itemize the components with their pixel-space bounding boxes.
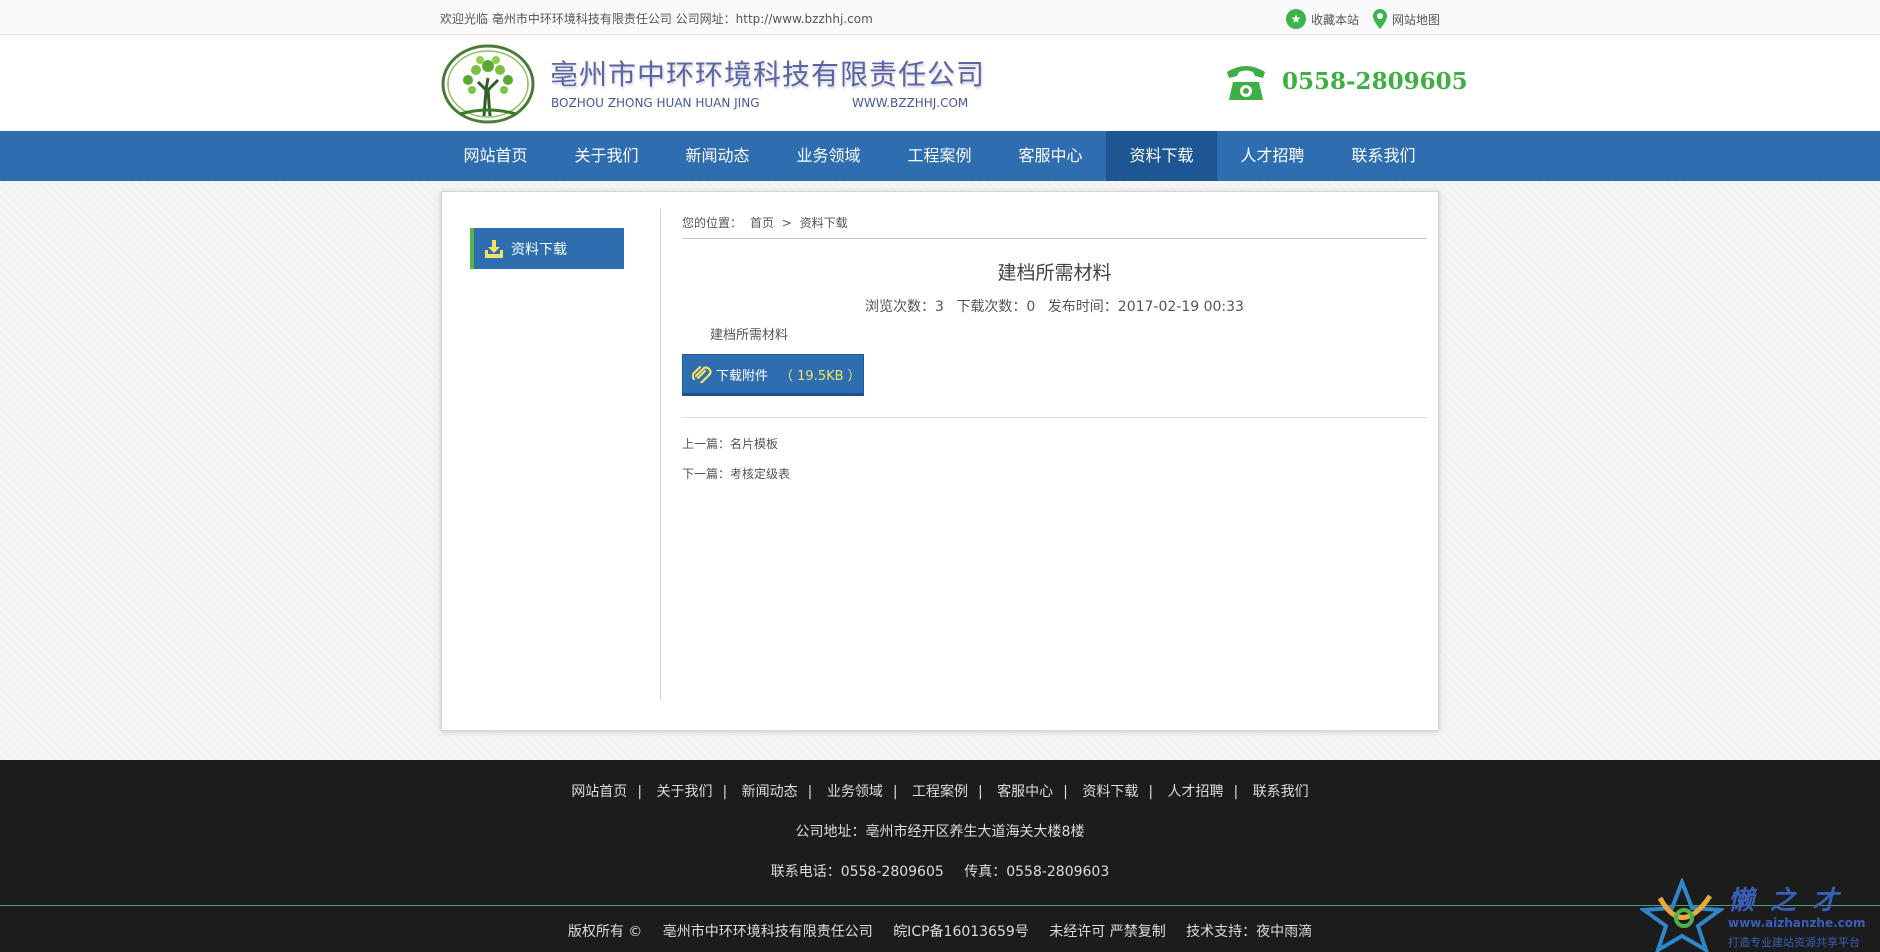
telephone-icon (1223, 62, 1269, 104)
footer-link-service[interactable]: 客服中心 (997, 784, 1053, 800)
nav-item-service[interactable]: 客服中心 (995, 131, 1106, 181)
breadcrumb-current[interactable]: 资料下载 (800, 216, 848, 230)
icp-number[interactable]: 皖ICP备16013659号 (893, 924, 1029, 940)
download-icon (485, 239, 503, 258)
footer-link-news[interactable]: 新闻动态 (742, 784, 798, 800)
watermark-slogan: 打造专业建站资源共享平台 (1728, 936, 1860, 949)
breadcrumb-home-link[interactable]: 首页 (750, 216, 774, 230)
nav-item-business[interactable]: 业务领域 (773, 131, 884, 181)
breadcrumb: 您的位置： 首页 > 资料下载 (682, 214, 852, 231)
watermark-url: www.aizhanzhe.com (1728, 916, 1866, 930)
company-name-cn: 亳州市中环环境科技有限责任公司 (550, 58, 986, 91)
top-links: ★ 收藏本站 网站地图 (1285, 9, 1440, 29)
tree-logo-icon[interactable] (440, 44, 536, 124)
article-meta: 浏览次数：3 下载次数：0 发布时间：2017-02-19 00:33 (682, 296, 1427, 316)
welcome-text: 欢迎光临 亳州市中环环境科技有限责任公司 公司网址：http://www.bzz… (440, 12, 873, 26)
prev-article-link[interactable]: 上一篇：名片模板 (682, 435, 778, 452)
paperclip-icon (692, 365, 712, 383)
nav-item-contact[interactable]: 联系我们 (1328, 131, 1439, 181)
article-body: 建档所需材料 (710, 328, 789, 343)
download-file-size: （ 19.5KB ） (780, 368, 861, 384)
footer-divider (0, 905, 1880, 906)
breadcrumb-prefix: 您的位置： (682, 216, 743, 230)
footer-link-about[interactable]: 关于我们 (656, 784, 712, 800)
footer-separator: | (1148, 784, 1154, 800)
footer-link-careers[interactable]: 人才招聘 (1168, 784, 1224, 800)
breadcrumb-divider (682, 238, 1427, 239)
phone-number: 0558-2809605 (1282, 68, 1468, 95)
nav-item-about[interactable]: 关于我们 (551, 131, 662, 181)
favorite-link[interactable]: ★ 收藏本站 (1285, 9, 1359, 29)
footer-phone: 联系电话：0558-2809605 (770, 864, 944, 880)
footer-link-contact[interactable]: 联系我们 (1253, 784, 1309, 800)
breadcrumb-separator: > (781, 216, 792, 230)
nav-item-news[interactable]: 新闻动态 (662, 131, 773, 181)
copy-notice: 未经许可 严禁复制 (1049, 924, 1166, 940)
sidebar-item-label: 资料下载 (511, 241, 567, 258)
article-title: 建档所需材料 (997, 262, 1112, 284)
vertical-divider (660, 209, 661, 700)
footer-separator: | (1063, 784, 1068, 800)
nav-item-careers[interactable]: 人才招聘 (1217, 131, 1328, 181)
top-bar: 欢迎光临 亳州市中环环境科技有限责任公司 公司网址：http://www.bzz… (0, 0, 1880, 35)
download-button-label: 下载附件 (716, 368, 769, 384)
footer-separator: | (722, 784, 728, 800)
nav-item-downloads[interactable]: 资料下载 (1106, 131, 1217, 181)
download-attachment-button[interactable]: 下载附件 （ 19.5KB ） (682, 354, 864, 396)
download-count: 下载次数：0 (956, 299, 1036, 315)
sitemap-link[interactable]: 网站地图 (1372, 9, 1440, 29)
view-count: 浏览次数：3 (865, 299, 944, 315)
footer-nav: 网站首页 | 关于我们 | 新闻动态 | 业务领域 | 工程案例 | 客服中心 | 资料下载… (0, 781, 1880, 801)
footer-copyright: 版权所有 © 亳州市中环环境科技有限责任公司 皖ICP备16013659号 未经… (0, 921, 1880, 941)
header: 亳州市中环环境科技有限责任公司 BOZHOU ZHONG HUAN HUAN J… (0, 35, 1880, 131)
favorite-label: 收藏本站 (1310, 12, 1359, 27)
footer-separator: | (892, 784, 898, 800)
footer-separator: | (637, 784, 643, 800)
watermark: 懒之才 www.aizhanzhe.com 打造专业建站资源共享平台 (1640, 878, 1880, 952)
sidebar-item-downloads[interactable]: 资料下载 (470, 228, 624, 269)
content-divider (682, 417, 1427, 418)
nav-item-home[interactable]: 网站首页 (440, 131, 551, 181)
tech-support: 技术支持：夜中雨滴 (1186, 924, 1313, 940)
footer-link-cases[interactable]: 工程案例 (912, 784, 968, 800)
content-box: 资料下载 您的位置： 首页 > 资料下载 建档所需材料 浏览次数：3 下载次数：… (441, 191, 1439, 731)
nav-item-cases[interactable]: 工程案例 (884, 131, 995, 181)
next-article-link[interactable]: 下一篇：考核定级表 (682, 465, 790, 482)
company-url: WWW.BZZHHJ.COM (852, 96, 969, 110)
footer-contact: 联系电话：0558-2809605 传真：0558-2809603 (0, 861, 1880, 881)
watermark-brand: 懒之才 (1728, 886, 1855, 916)
location-pin-icon (1372, 9, 1387, 29)
footer-separator: | (978, 784, 983, 800)
footer: 网站首页 | 关于我们 | 新闻动态 | 业务领域 | 工程案例 | 客服中心 | 资料下载… (0, 760, 1880, 952)
copyright-company: 亳州市中环环境科技有限责任公司 (662, 924, 873, 940)
footer-link-business[interactable]: 业务领域 (827, 784, 883, 800)
footer-separator: | (807, 784, 813, 800)
publish-time: 发布时间：2017-02-19 00:33 (1047, 299, 1244, 315)
company-name-en: BOZHOU ZHONG HUAN HUAN JING (551, 96, 760, 110)
main-nav: 网站首页 关于我们 新闻动态 业务领域 工程案例 客服中心 资料下载 人才招聘 … (0, 131, 1880, 181)
footer-separator: | (1233, 784, 1239, 800)
footer-fax: 传真：0558-2809603 (964, 864, 1110, 880)
watermark-logo-icon (1640, 878, 1724, 952)
sitemap-label: 网站地图 (1391, 12, 1440, 27)
copyright-label: 版权所有 © (567, 924, 643, 940)
footer-link-home[interactable]: 网站首页 (571, 784, 627, 800)
footer-address: 公司地址：亳州市经开区养生大道海关大楼8楼 (795, 824, 1085, 840)
footer-link-downloads[interactable]: 资料下载 (1082, 784, 1138, 800)
star-icon: ★ (1285, 9, 1306, 29)
